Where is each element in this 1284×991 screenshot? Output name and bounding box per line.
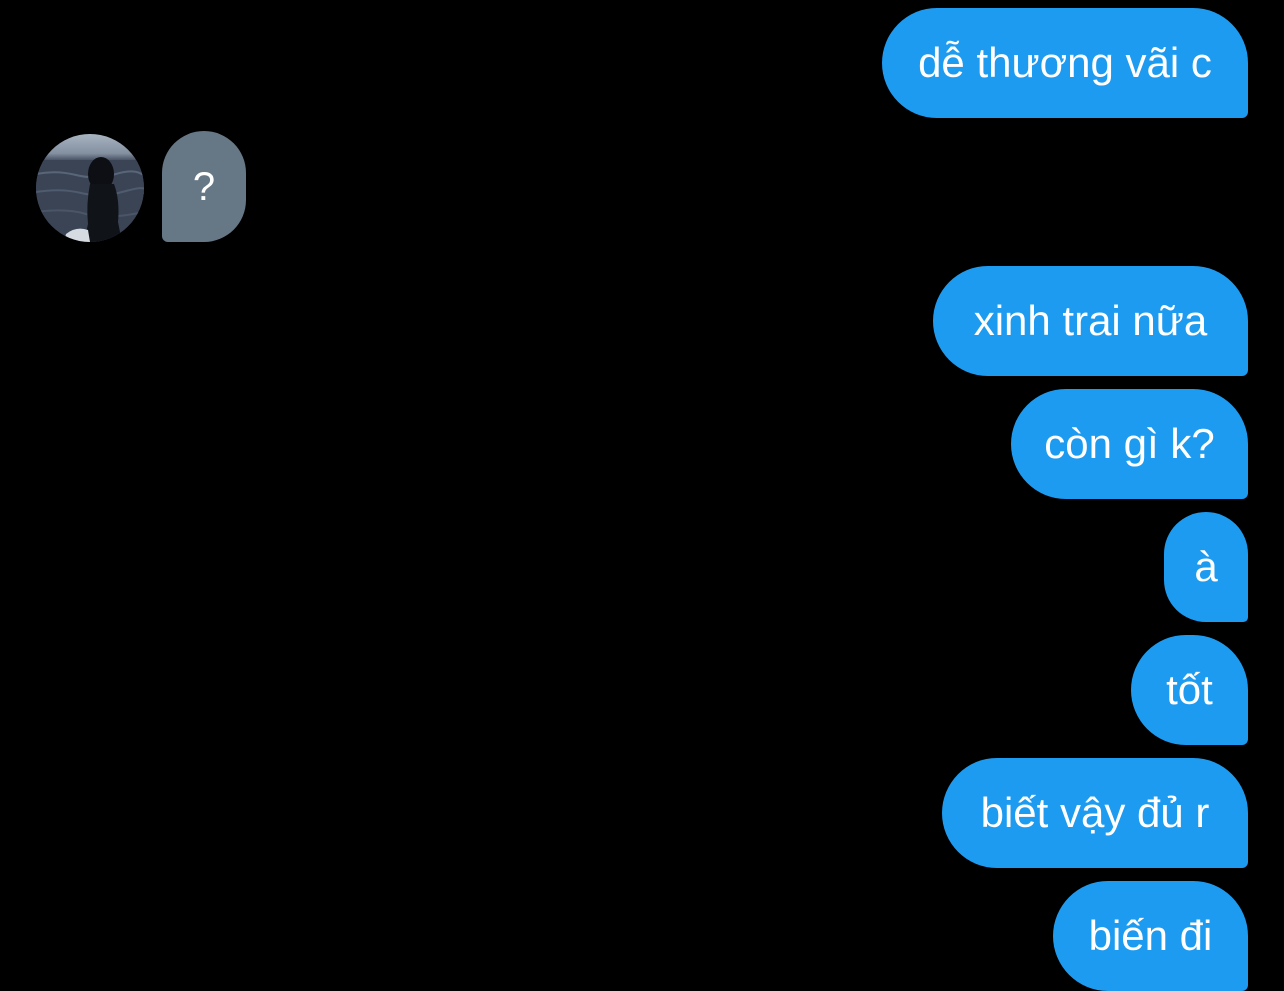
message-text: biết vậy đủ r bbox=[980, 789, 1210, 836]
message-text: ? bbox=[192, 164, 216, 209]
message-text: dễ thương vãi c bbox=[918, 39, 1212, 86]
sent-message-bubble[interactable]: à bbox=[1164, 512, 1248, 622]
message-text: còn gì k? bbox=[1044, 420, 1215, 467]
sent-message-bubble[interactable]: biết vậy đủ r bbox=[942, 758, 1248, 868]
sent-message-bubble[interactable]: còn gì k? bbox=[1011, 389, 1248, 499]
avatar-photo-icon bbox=[36, 157, 144, 242]
contact-avatar[interactable] bbox=[36, 134, 144, 242]
message-text: xinh trai nữa bbox=[973, 297, 1208, 344]
message-text: à bbox=[1194, 543, 1218, 590]
message-text: biến đi bbox=[1088, 912, 1213, 959]
message-text: tốt bbox=[1166, 666, 1213, 713]
received-message-bubble[interactable]: ? bbox=[162, 131, 246, 242]
sent-message-bubble[interactable]: biến đi bbox=[1053, 881, 1248, 991]
sent-message-bubble[interactable]: dễ thương vãi c bbox=[882, 8, 1248, 118]
sent-message-bubble[interactable]: xinh trai nữa bbox=[933, 266, 1248, 376]
sent-message-bubble[interactable]: tốt bbox=[1131, 635, 1248, 745]
